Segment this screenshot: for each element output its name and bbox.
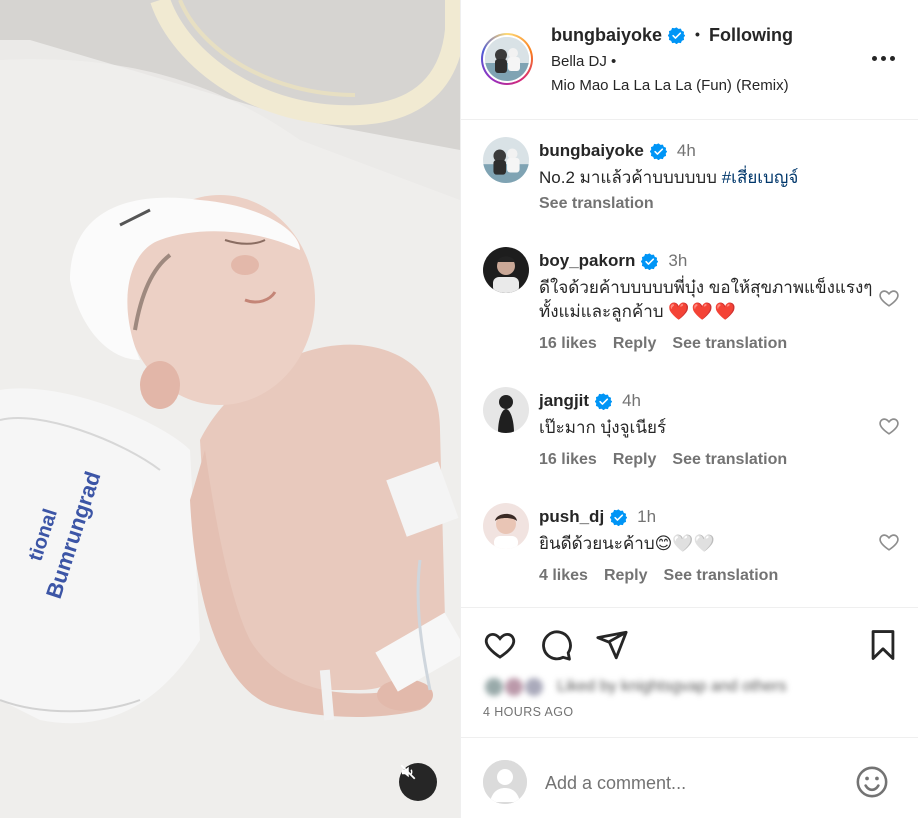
comment-see-translation[interactable]: See translation: [672, 335, 787, 353]
verified-badge-icon: [641, 252, 659, 270]
audio-track-link[interactable]: Mio Mao La La La La (Fun) (Remix): [551, 77, 789, 94]
post-dialog: Bumrungrad tional bungbaiyoke • Followin…: [0, 0, 918, 818]
comment-see-translation[interactable]: See translation: [664, 567, 779, 585]
post-actions-bar: Liked by knightsgvap and others 4 HOURS …: [461, 607, 918, 737]
commenter-avatar[interactable]: [483, 247, 529, 293]
comment-see-translation[interactable]: See translation: [672, 451, 787, 469]
author-avatar-story-ring[interactable]: [481, 33, 533, 85]
comment-text: ดีใจด้วยค้าบบบบบพี่บุ๋ง ขอให้สุขภาพแข็งแ…: [539, 276, 879, 324]
add-comment-bar: [461, 737, 918, 818]
liked-by-text: Liked by knightsgvap and others: [557, 678, 787, 695]
verified-badge-icon: [668, 27, 686, 44]
comment-text: ยินดีด้วยนะค้าบ😊🤍🤍: [539, 534, 715, 553]
more-options-button[interactable]: [869, 48, 897, 68]
post-side-panel: bungbaiyoke • Following Bella DJ • Mio M…: [460, 0, 918, 818]
commenter-avatar[interactable]: [483, 503, 529, 549]
comment-meta: 4 likes Reply See translation: [539, 567, 778, 585]
post-timestamp[interactable]: 4 HOURS AGO: [483, 705, 574, 719]
caption-username-row: bungbaiyoke 4h: [539, 141, 696, 161]
comment-username[interactable]: push_dj: [539, 507, 604, 527]
caption-body: No.2 มาแล้วค้าบบบบบบ: [539, 168, 722, 187]
verified-badge-icon: [610, 508, 628, 526]
comment-likes-count[interactable]: 16 likes: [539, 451, 597, 469]
comment-username[interactable]: boy_pakorn: [539, 251, 635, 271]
comment-likes-count[interactable]: 16 likes: [539, 335, 597, 353]
comment-reply-button[interactable]: Reply: [613, 451, 657, 469]
comment-time[interactable]: 4h: [622, 391, 641, 411]
author-avatar: [485, 37, 529, 81]
author-username[interactable]: bungbaiyoke: [551, 25, 662, 46]
audio-muted-button[interactable]: [399, 763, 437, 801]
comment-time[interactable]: 3h: [668, 251, 687, 271]
caption-item: bungbaiyoke 4h No.2 มาแล้วค้าบบบบบบ #เสี…: [461, 137, 918, 237]
verified-badge-icon: [595, 392, 613, 410]
liker-avatar: [503, 676, 525, 698]
verified-badge-icon: [649, 142, 667, 160]
comment-item: push_dj 1h ยินดีด้วยนะค้าบ😊🤍🤍 4 likes Re…: [461, 503, 918, 593]
current-user-avatar: [483, 760, 527, 804]
comment-time[interactable]: 1h: [637, 507, 656, 527]
share-icon[interactable]: [595, 628, 629, 662]
comment-item: boy_pakorn 3h ดีใจด้วยค้าบบบบบพี่บุ๋ง ขอ…: [461, 247, 918, 367]
caption-time[interactable]: 4h: [677, 141, 696, 161]
newborn-photo: Bumrungrad tional: [0, 0, 460, 818]
comment-username-row: push_dj 1h: [539, 507, 656, 527]
caption-see-translation[interactable]: See translation: [539, 195, 654, 213]
liked-by-row[interactable]: Liked by knightsgvap and others: [483, 676, 786, 698]
comment-like-heart-icon[interactable]: [878, 415, 900, 437]
comment-reply-button[interactable]: Reply: [604, 567, 648, 585]
comment-text: เป๊ะมาก บุ๋งจูเนียร์: [539, 418, 667, 437]
author-username-row[interactable]: bungbaiyoke: [551, 25, 686, 46]
comment-input[interactable]: [545, 768, 845, 798]
comment-like-heart-icon[interactable]: [878, 531, 900, 553]
caption-username[interactable]: bungbaiyoke: [539, 141, 644, 161]
comment-username-row: boy_pakorn 3h: [539, 251, 687, 271]
comment-username[interactable]: jangjit: [539, 391, 589, 411]
audio-artist-link[interactable]: Bella DJ •: [551, 53, 616, 70]
comment-reply-button[interactable]: Reply: [613, 335, 657, 353]
header-separator: •: [695, 26, 700, 42]
comment-item: jangjit 4h เป๊ะมาก บุ๋งจูเนียร์ 16 likes…: [461, 387, 918, 477]
comment-icon[interactable]: [539, 628, 573, 662]
liker-avatar: [523, 676, 545, 698]
post-media[interactable]: Bumrungrad tional: [0, 0, 460, 818]
caption-author-avatar[interactable]: [483, 137, 529, 183]
comment-meta: 16 likes Reply See translation: [539, 335, 787, 353]
liker-avatar: [483, 676, 505, 698]
heart-emojis: ❤️❤️❤️: [668, 302, 738, 321]
save-icon[interactable]: [866, 628, 900, 662]
more-options-icon: [871, 55, 877, 61]
audio-muted-icon: [400, 764, 416, 780]
post-header: bungbaiyoke • Following Bella DJ • Mio M…: [461, 0, 918, 120]
comment-likes-count[interactable]: 4 likes: [539, 567, 588, 585]
comments-list[interactable]: bungbaiyoke 4h No.2 มาแล้วค้าบบบบบบ #เสี…: [461, 121, 918, 607]
emoji-icon[interactable]: [855, 765, 889, 799]
following-button[interactable]: Following: [709, 25, 793, 46]
comment-username-row: jangjit 4h: [539, 391, 641, 411]
heart-icon[interactable]: [483, 628, 517, 662]
comment-like-heart-icon[interactable]: [878, 287, 900, 309]
commenter-avatar[interactable]: [483, 387, 529, 433]
caption-hashtag-link[interactable]: #เสี่ยเบญจ์: [722, 168, 799, 187]
comment-meta: 16 likes Reply See translation: [539, 451, 787, 469]
caption-text: No.2 มาแล้วค้าบบบบบบ #เสี่ยเบญจ์: [539, 166, 879, 190]
